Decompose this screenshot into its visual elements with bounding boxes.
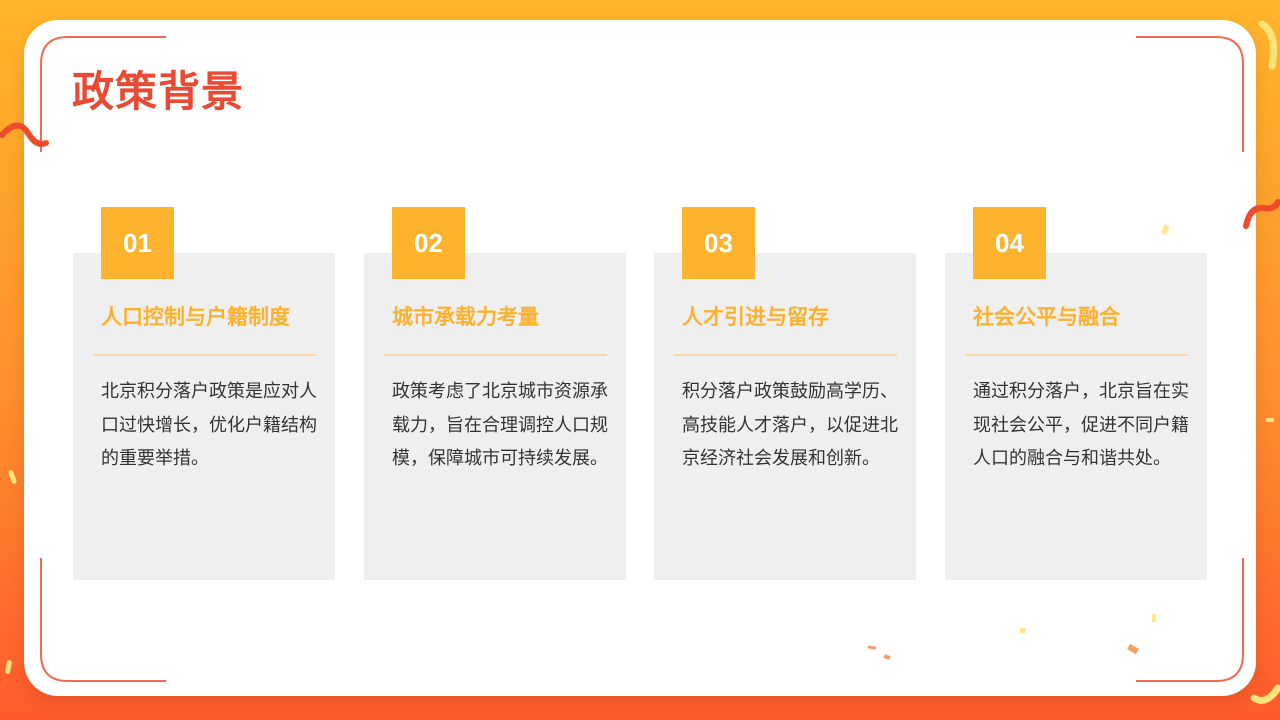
card-body: 政策考虑了北京城市资源承载力，旨在合理调控人口规模，保障城市可持续发展。 (392, 381, 608, 469)
ribbon-decoration-bottom-right (1250, 684, 1280, 704)
card-body: 积分落户政策鼓励高学历、高技能人才落户，以促进北京经济社会发展和创新。 (682, 381, 898, 469)
card-title: 社会公平与融合 (973, 305, 1120, 329)
confetti-piece (7, 469, 18, 485)
card-title: 人口控制与户籍制度 (101, 305, 290, 329)
card-title: 城市承载力考量 (392, 305, 539, 329)
card-divider (93, 354, 316, 356)
card-number-badge: 01 (101, 207, 174, 279)
policy-card-2: 城市承载力考量 政策考虑了北京城市资源承载力，旨在合理调控人口规模，保障城市可持… (364, 253, 626, 580)
policy-card-4: 社会公平与融合 通过积分落户，北京旨在实现社会公平，促进不同户籍人口的融合与和谐… (945, 253, 1207, 580)
card-number-badge: 02 (392, 207, 465, 279)
ribbon-decoration-top-right (1258, 20, 1278, 70)
card-number-badge: 03 (682, 207, 755, 279)
card-divider (965, 354, 1188, 356)
card-divider (384, 354, 607, 356)
card-divider (674, 354, 897, 356)
card-body: 通过积分落户，北京旨在实现社会公平，促进不同户籍人口的融合与和谐共处。 (973, 381, 1189, 469)
policy-card-3: 人才引进与留存 积分落户政策鼓励高学历、高技能人才落户，以促进北京经济社会发展和… (654, 253, 916, 580)
card-title: 人才引进与留存 (682, 305, 829, 329)
card-number-badge: 04 (973, 207, 1046, 279)
confetti-piece (4, 659, 13, 675)
policy-card-1: 人口控制与户籍制度 北京积分落户政策是应对人口过快增长，优化户籍结构的重要举措。 (73, 253, 335, 580)
confetti-piece (1266, 418, 1274, 422)
card-body: 北京积分落户政策是应对人口过快增长，优化户籍结构的重要举措。 (101, 381, 317, 469)
page-title: 政策背景 (72, 67, 245, 116)
